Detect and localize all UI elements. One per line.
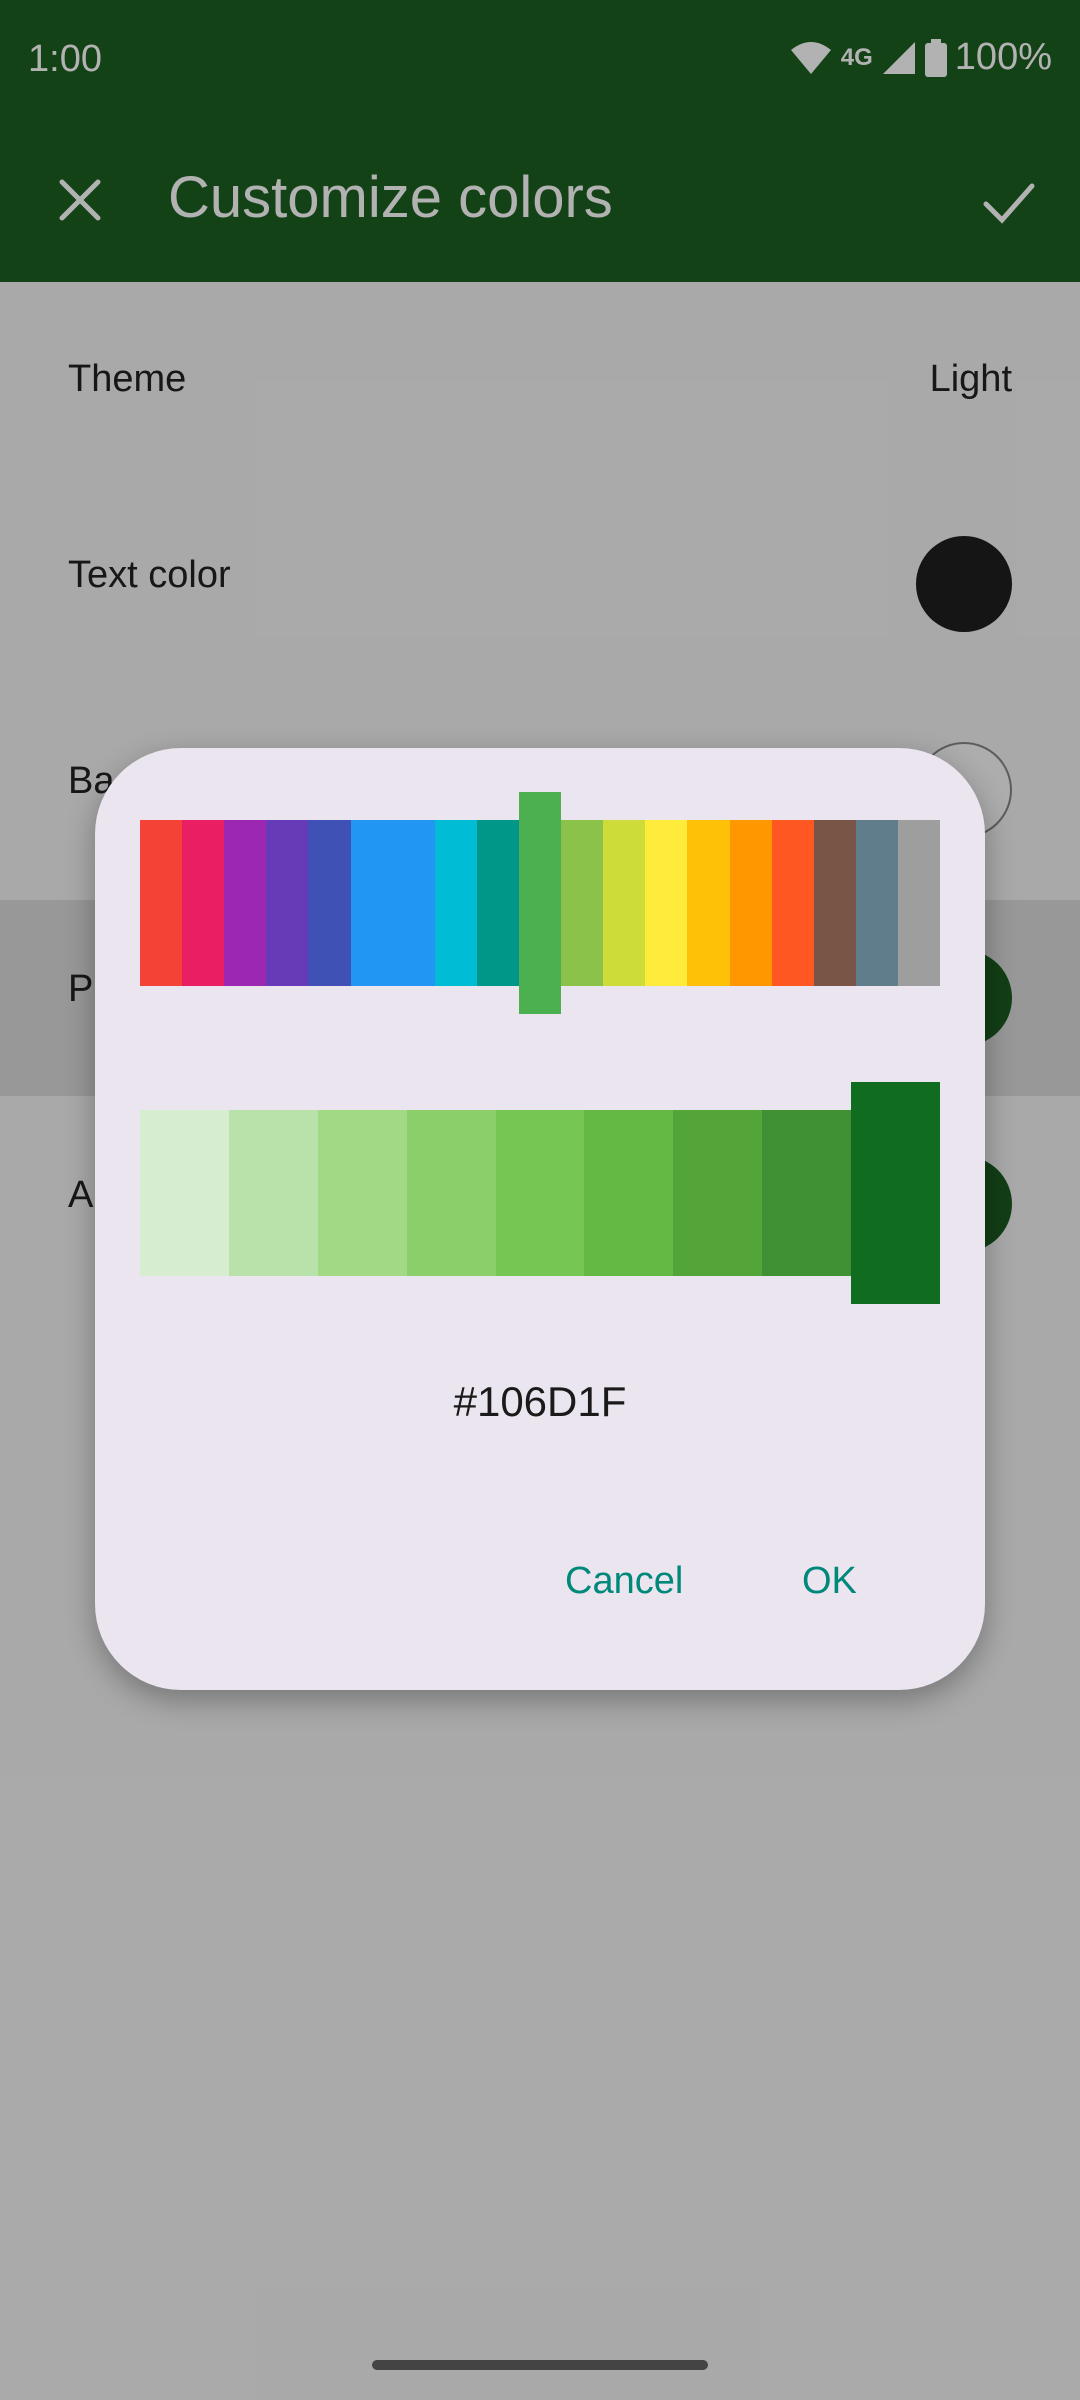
shade-color[interactable] (673, 1110, 763, 1276)
palette-color[interactable] (855, 820, 898, 986)
shade-palette (140, 1082, 941, 1304)
shade-color[interactable] (228, 1110, 318, 1276)
color-picker-dialog: #106D1F Cancel OK (95, 748, 985, 1690)
gesture-nav-bar[interactable] (372, 2360, 708, 2370)
palette-color[interactable] (729, 820, 772, 986)
palette-color[interactable] (392, 820, 435, 986)
shade-color[interactable] (140, 1110, 229, 1276)
palette-color[interactable] (518, 792, 562, 1014)
shade-color[interactable] (851, 1082, 941, 1304)
palette-color[interactable] (476, 820, 519, 986)
palette-color[interactable] (140, 820, 183, 986)
palette-color[interactable] (645, 820, 688, 986)
palette-color[interactable] (182, 820, 225, 986)
shade-color[interactable] (584, 1110, 674, 1276)
status-bar: 1:00 4G 100% (0, 0, 1080, 126)
battery-percent: 100% (954, 36, 1052, 78)
palette-color[interactable] (687, 820, 730, 986)
palette-color[interactable] (266, 820, 309, 986)
status-time: 1:00 (28, 38, 102, 80)
palette-color[interactable] (561, 820, 604, 986)
wifi-icon (790, 41, 831, 74)
network-type: 4G (840, 43, 873, 71)
shade-color[interactable] (762, 1110, 852, 1276)
palette-color[interactable] (434, 820, 477, 986)
battery-icon (924, 38, 947, 77)
palette-color[interactable] (603, 820, 646, 986)
palette-color[interactable] (771, 820, 814, 986)
status-icons: 4G 100% (789, 36, 1052, 79)
palette-color[interactable] (897, 820, 941, 986)
check-icon[interactable] (976, 170, 1040, 234)
palette-color[interactable] (813, 820, 856, 986)
palette-color[interactable] (224, 820, 267, 986)
palette-color[interactable] (308, 820, 351, 986)
signal-icon (882, 41, 915, 74)
ok-button[interactable]: OK (802, 1560, 857, 1603)
app-bar: Customize colors (0, 126, 1080, 282)
shade-color[interactable] (317, 1110, 407, 1276)
cancel-button[interactable]: Cancel (565, 1560, 683, 1603)
page-title: Customize colors (168, 165, 613, 230)
color-palette (140, 792, 941, 1014)
palette-color[interactable] (350, 820, 393, 986)
close-icon[interactable] (50, 170, 110, 230)
shade-color[interactable] (495, 1110, 585, 1276)
hex-value: #106D1F (453, 1378, 627, 1425)
shade-color[interactable] (406, 1110, 496, 1276)
